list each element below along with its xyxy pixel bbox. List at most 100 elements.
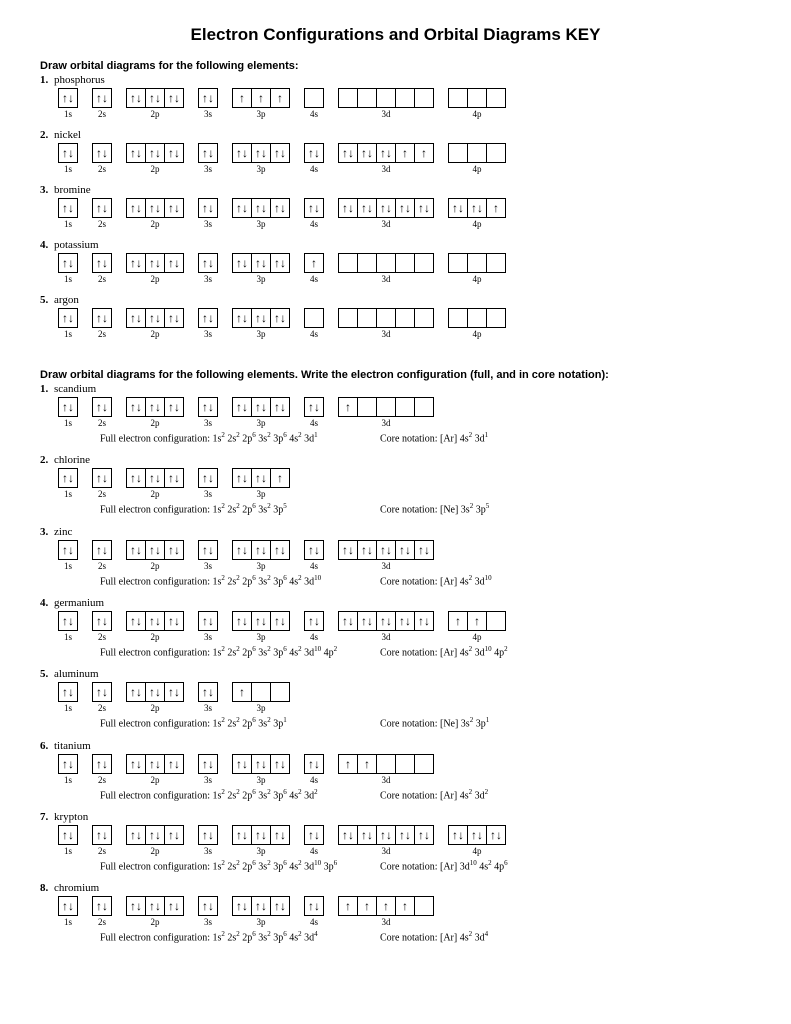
orbital-box [414,754,434,774]
orbital-label: 2s [98,489,106,499]
orbital-label: 4p [473,846,482,856]
orbital-box [486,143,506,163]
orbital-box: ↑ [232,682,252,702]
orbital-boxes: ↑↓ [304,754,324,774]
orbital-box: ↑↓ [376,611,396,631]
orbital-boxes: ↑↓ [304,825,324,845]
orbital-box: ↑↓ [92,468,112,488]
orbital-group-2s: ↑↓2s [92,754,112,785]
problem-number: 6. [40,740,54,752]
orbital-group-4s: ↑↓4s [304,198,324,229]
full-config: Full electron configuration: 1s2 2s2 2p6… [100,859,380,872]
orbital-boxes: ↑↓↑↓↑↓ [126,540,184,560]
orbitals-row: ↑↓1s↑↓2s↑↓↑↓↑↓2p↑↓3s↑↓↑↓↑↓3p↑↓4s↑↑↑↑3d [58,896,751,927]
orbital-box: ↑↓ [92,308,112,328]
orbital-boxes: ↑↓ [198,253,218,273]
orbital-box: ↑↓ [232,397,252,417]
orbital-label: 2p [151,846,160,856]
element-name: bromine [54,184,91,196]
orbital-box: ↑↓ [145,198,165,218]
orbital-boxes: ↑↓ [198,611,218,631]
orbital-box: ↑↓ [232,611,252,631]
orbital-group-1s: ↑↓1s [58,253,78,284]
orbital-group-4s: ↑↓4s [304,143,324,174]
orbital-label: 3p [257,703,266,713]
orbital-box: ↑↓ [164,468,184,488]
orbital-box: ↑↓ [145,308,165,328]
orbital-group-2p: ↑↓↑↓↑↓2p [126,754,184,785]
orbital-boxes [338,88,434,108]
problem: 8.chromium↑↓1s↑↓2s↑↓↑↓↑↓2p↑↓3s↑↓↑↓↑↓3p↑↓… [40,882,751,943]
orbital-label: 2s [98,561,106,571]
orbital-boxes: ↑↓↑↓↑↓ [232,198,290,218]
orbital-box: ↑↓ [232,468,252,488]
core-config: Core notation: [Ar] 3d10 4s2 4p6 [380,859,508,872]
orbital-box [467,308,487,328]
orbital-label: 1s [64,219,72,229]
orbital-label: 2p [151,561,160,571]
orbital-group-1s: ↑↓1s [58,397,78,428]
orbital-box: ↑↓ [92,540,112,560]
orbital-group-2s: ↑↓2s [92,825,112,856]
orbital-box [414,896,434,916]
problem-number: 1. [40,383,54,395]
orbital-box: ↑↓ [376,143,396,163]
orbital-boxes: ↑↓↑↓↑↓ [126,896,184,916]
orbital-box: ↑↓ [164,308,184,328]
orbital-label: 3d [382,917,391,927]
orbital-label: 3s [204,329,212,339]
orbital-box [486,88,506,108]
orbital-group-3d: ↑↓↑↓↑↓↑↓↑↓3d [338,611,434,642]
orbital-box: ↑↓ [232,143,252,163]
orbital-box: ↑↓ [270,308,290,328]
full-config: Full electron configuration: 1s2 2s2 2p6… [100,716,380,729]
orbital-box [448,308,468,328]
orbital-boxes: ↑↓↑↓↑↓ [126,253,184,273]
orbital-boxes: ↑ [304,253,324,273]
orbital-label: 3p [257,274,266,284]
orbital-label: 4s [310,846,318,856]
orbital-box: ↑↓ [232,308,252,328]
problem: 1.phosphorus↑↓1s↑↓2s↑↓↑↓↑↓2p↑↓3s↑↑↑3p4s3… [40,74,751,119]
orbital-box: ↑ [448,611,468,631]
orbital-box: ↑↓ [232,754,252,774]
orbital-box: ↑ [304,253,324,273]
orbital-label: 3p [257,917,266,927]
orbital-label: 3s [204,418,212,428]
orbital-box [414,88,434,108]
orbital-group-2s: ↑↓2s [92,397,112,428]
orbital-box: ↑↓ [338,198,358,218]
orbital-box [414,253,434,273]
core-config: Core notation: [Ne] 3s2 3p1 [380,716,489,729]
orbital-group-3s: ↑↓3s [198,143,218,174]
orbital-label: 4p [473,274,482,284]
problem-header: 8.chromium [40,882,751,894]
orbital-label: 3d [382,418,391,428]
orbital-group-2p: ↑↓↑↓↑↓2p [126,611,184,642]
orbital-boxes: ↑↑ [338,754,434,774]
orbital-label: 1s [64,418,72,428]
orbital-label: 3p [257,329,266,339]
config-row: Full electron configuration: 1s2 2s2 2p6… [100,645,751,658]
orbital-boxes: ↑↓ [92,308,112,328]
orbital-box: ↑↓ [270,540,290,560]
orbital-boxes: ↑↓↑↓↑↓ [232,143,290,163]
orbital-boxes: ↑↓ [92,611,112,631]
orbital-label: 3d [382,329,391,339]
orbital-box: ↑↓ [357,540,377,560]
orbital-box: ↑ [270,468,290,488]
orbital-box: ↑↓ [58,896,78,916]
orbital-boxes: ↑↓ [304,896,324,916]
orbital-label: 4p [473,109,482,119]
orbital-label: 3s [204,703,212,713]
orbital-box: ↑ [270,88,290,108]
orbital-box [376,397,396,417]
orbital-box: ↑↓ [164,825,184,845]
orbital-label: 4s [310,418,318,428]
problem-header: 1.phosphorus [40,74,751,86]
config-row: Full electron configuration: 1s2 2s2 2p6… [100,431,751,444]
config-row: Full electron configuration: 1s2 2s2 2p6… [100,859,751,872]
orbital-box: ↑↓ [270,143,290,163]
orbital-box: ↑↓ [395,825,415,845]
orbital-box: ↑ [467,611,487,631]
